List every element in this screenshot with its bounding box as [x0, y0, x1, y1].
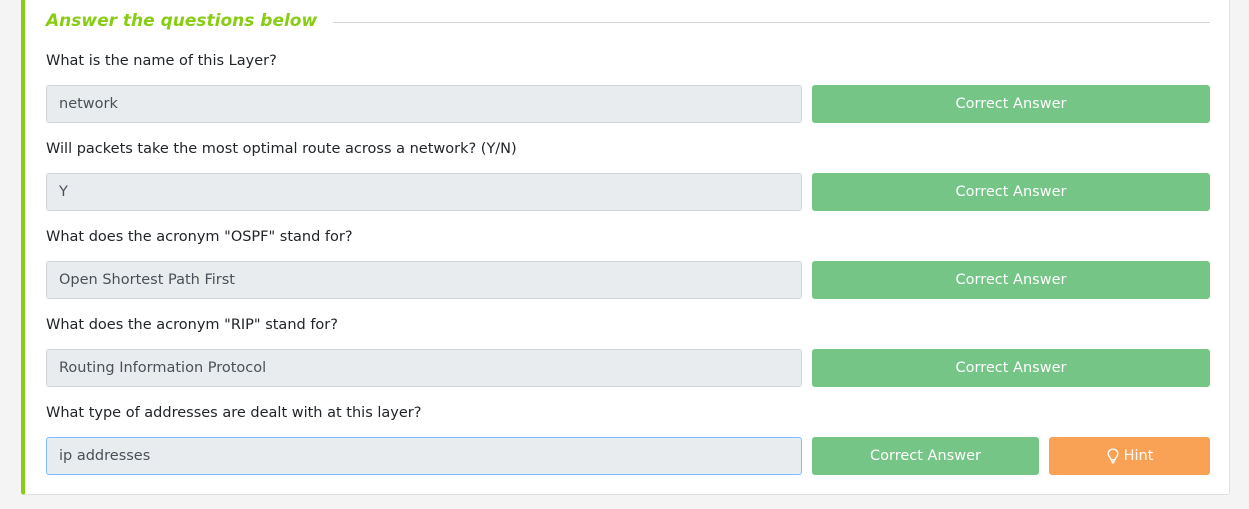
question-text: What is the name of this Layer?	[46, 53, 277, 69]
question-text: What type of addresses are dealt with at…	[46, 405, 422, 421]
question-text: What does the acronym "RIP" stand for?	[46, 317, 338, 333]
hint-label: Hint	[1123, 448, 1154, 464]
questions-card: Answer the questions below What is the n…	[21, 0, 1230, 495]
correct-answer-button[interactable]: Correct Answer	[812, 349, 1210, 387]
hint-button[interactable]: Hint	[1049, 437, 1210, 475]
correct-answer-button[interactable]: Correct Answer	[812, 85, 1210, 123]
section-header: Answer the questions below	[46, 8, 1210, 34]
question-text: What does the acronym "OSPF" stand for?	[46, 229, 353, 245]
correct-answer-button[interactable]: Correct Answer	[812, 437, 1039, 475]
answer-field[interactable]: Open Shortest Path First	[46, 261, 802, 299]
lightbulb-icon	[1106, 448, 1120, 464]
answer-field[interactable]: Routing Information Protocol	[46, 349, 802, 387]
question-text: Will packets take the most optimal route…	[46, 141, 517, 157]
section-heading: Answer the questions below	[46, 11, 318, 31]
correct-answer-button[interactable]: Correct Answer	[812, 261, 1210, 299]
answer-field[interactable]: network	[46, 85, 802, 123]
heading-divider	[333, 21, 1210, 23]
correct-answer-button[interactable]: Correct Answer	[812, 173, 1210, 211]
answer-field[interactable]: Y	[46, 173, 802, 211]
answer-field[interactable]: ip addresses	[46, 437, 802, 475]
